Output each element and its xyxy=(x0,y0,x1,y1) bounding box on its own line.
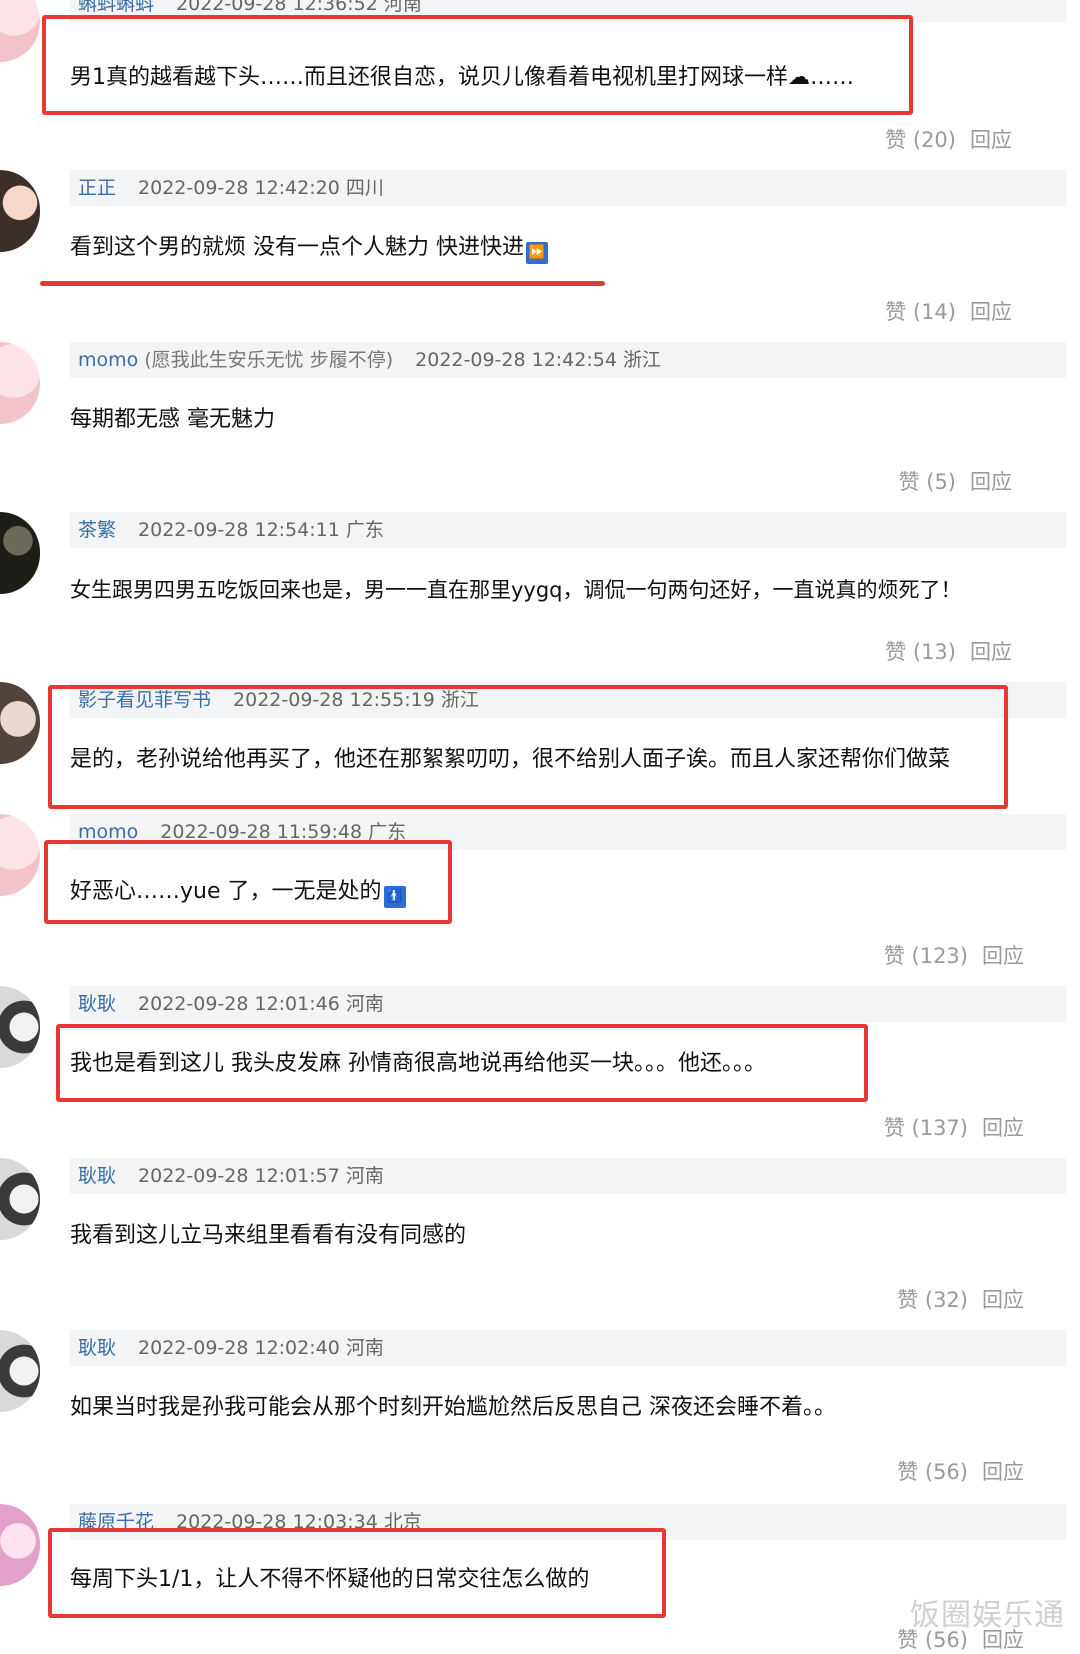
avatar[interactable] xyxy=(0,512,40,594)
reply-button[interactable]: 回应 xyxy=(982,1116,1024,1140)
username[interactable]: 藤原千花 xyxy=(78,1511,154,1533)
like-button[interactable]: 赞 (56) xyxy=(897,1460,968,1484)
like-button[interactable]: 赞 (123) xyxy=(884,944,968,968)
cloud-emoji-icon: ☁ xyxy=(788,65,810,90)
comment-meta: 耿耿 2022-09-28 12:01:57 河南 xyxy=(70,1158,1066,1194)
comment-actions: 赞 (20) 回应 xyxy=(885,124,1012,154)
region: 河南 xyxy=(345,993,384,1015)
region: 浙江 xyxy=(440,689,479,711)
like-button[interactable]: 赞 (5) xyxy=(899,470,956,494)
user-motto: (愿我此生安乐无忧 步履不停) xyxy=(144,349,394,371)
timestamp: 2022-09-28 12:36:52 xyxy=(176,0,378,15)
region: 北京 xyxy=(383,1511,422,1533)
username[interactable]: 影子看见菲写书 xyxy=(78,689,211,711)
timestamp: 2022-09-28 12:55:19 xyxy=(233,689,435,711)
comment-meta: 茶繁 2022-09-28 12:54:11 广东 xyxy=(70,512,1066,548)
avatar[interactable] xyxy=(0,1158,40,1240)
comment-text: 好恶心……yue 了，一无是处的 🚹 xyxy=(70,876,406,908)
comment-meta: 耿耿 2022-09-28 12:02:40 河南 xyxy=(70,1330,1066,1366)
comment-text: 是的，老孙说给他再买了，他还在那絮絮叨叨，很不给别人面子诶。而且人家还帮你们做菜 xyxy=(70,747,951,772)
avatar[interactable] xyxy=(0,986,40,1068)
username[interactable]: 耿耿 xyxy=(78,1337,116,1359)
male-sign-icon: 🚹 xyxy=(383,886,406,908)
timestamp: 2022-09-28 12:01:46 xyxy=(138,993,340,1015)
comment-meta: 蝌蚪蝌蚪 2022-09-28 12:36:52 河南 xyxy=(70,0,1066,22)
comment-text: 如果当时我是孙我可能会从那个时刻开始尴尬然后反思自己 深夜还会睡不着。。 xyxy=(70,1395,836,1420)
reply-button[interactable]: 回应 xyxy=(970,300,1012,324)
comment-actions: 赞 (13) 回应 xyxy=(885,636,1012,666)
avatar[interactable] xyxy=(0,682,40,764)
avatar[interactable] xyxy=(0,1504,40,1586)
timestamp: 2022-09-28 12:03:34 xyxy=(176,1511,378,1533)
region: 广东 xyxy=(368,821,407,843)
timestamp: 2022-09-28 12:42:54 xyxy=(415,349,617,371)
username[interactable]: 蝌蚪蝌蚪 xyxy=(78,0,154,15)
reply-button[interactable]: 回应 xyxy=(982,1288,1024,1312)
username[interactable]: 耿耿 xyxy=(78,1165,116,1187)
region: 河南 xyxy=(345,1337,384,1359)
comment-text: 我看到这儿立马来组里看看有没有同感的 xyxy=(70,1223,467,1248)
fast-forward-icon: ⏩ xyxy=(526,242,548,264)
username[interactable]: 茶繁 xyxy=(78,519,116,541)
comment-text: 看到这个男的就烦 没有一点个人魅力 快进快进 ⏩ xyxy=(70,232,548,264)
avatar[interactable] xyxy=(0,342,40,424)
comment-text: 男1真的越看越下头……而且还很自恋，说贝儿像看着电视机里打网球一样☁…… xyxy=(70,65,854,90)
region: 河南 xyxy=(345,1165,384,1187)
comment-actions: 赞 (14) 回应 xyxy=(885,296,1012,326)
comment-meta: 正正 2022-09-28 12:42:20 四川 xyxy=(70,170,1066,206)
comment-meta: 耿耿 2022-09-28 12:01:46 河南 xyxy=(70,986,1066,1022)
timestamp: 2022-09-28 12:42:20 xyxy=(138,177,340,199)
like-button[interactable]: 赞 (20) xyxy=(885,128,956,152)
comment-meta: 影子看见菲写书 2022-09-28 12:55:19 浙江 xyxy=(70,682,1066,718)
avatar[interactable] xyxy=(0,814,40,896)
like-button[interactable]: 赞 (13) xyxy=(885,640,956,664)
timestamp: 2022-09-28 11:59:48 xyxy=(160,821,363,843)
reply-button[interactable]: 回应 xyxy=(982,1460,1024,1484)
reply-button[interactable]: 回应 xyxy=(970,640,1012,664)
username[interactable]: momo xyxy=(78,349,138,371)
comment-meta: momo (愿我此生安乐无忧 步履不停) 2022-09-28 12:42:54 浙江 xyxy=(70,342,1066,378)
comment-text: 每期都无感 毫无魅力 xyxy=(70,407,275,432)
comment-actions: 赞 (137) 回应 xyxy=(884,1112,1024,1142)
region: 广东 xyxy=(345,519,384,541)
comment-actions: 赞 (123) 回应 xyxy=(884,940,1024,970)
comment-text: 每周下头1/1，让人不得不怀疑他的日常交往怎么做的 xyxy=(70,1567,590,1592)
reply-button[interactable]: 回应 xyxy=(982,944,1024,968)
timestamp: 2022-09-28 12:01:57 xyxy=(138,1165,340,1187)
comment-actions: 赞 (5) 回应 xyxy=(899,466,1012,496)
region: 四川 xyxy=(345,177,384,199)
username[interactable]: 耿耿 xyxy=(78,993,116,1015)
comment-meta: 藤原千花 2022-09-28 12:03:34 北京 xyxy=(70,1504,1066,1540)
username[interactable]: momo xyxy=(78,821,138,843)
timestamp: 2022-09-28 12:02:40 xyxy=(138,1337,340,1359)
like-button[interactable]: 赞 (32) xyxy=(897,1288,968,1312)
region: 浙江 xyxy=(622,349,661,371)
timestamp: 2022-09-28 12:54:11 xyxy=(138,519,340,541)
reply-button[interactable]: 回应 xyxy=(970,470,1012,494)
comment-actions: 赞 (56) 回应 xyxy=(897,1456,1024,1486)
avatar[interactable] xyxy=(0,0,40,62)
comment-text: 女生跟男四男五吃饭回来也是，男一一直在那里yygq，调侃一句两句还好，一直说真的… xyxy=(70,578,962,602)
comment-actions: 赞 (32) 回应 xyxy=(897,1284,1024,1314)
avatar[interactable] xyxy=(0,170,40,252)
like-button[interactable]: 赞 (14) xyxy=(885,300,956,324)
watermark: 饭圈娱乐通 xyxy=(910,1598,1065,1633)
comment-text: 我也是看到这儿 我头皮发麻 孙情商很高地说再给他买一块。。。他还。。。 xyxy=(70,1051,766,1076)
comment-meta: momo 2022-09-28 11:59:48 广东 xyxy=(70,814,1066,850)
reply-button[interactable]: 回应 xyxy=(970,128,1012,152)
username[interactable]: 正正 xyxy=(78,177,116,199)
like-button[interactable]: 赞 (137) xyxy=(884,1116,968,1140)
avatar[interactable] xyxy=(0,1330,40,1412)
highlight-underline xyxy=(40,281,605,286)
region: 河南 xyxy=(383,0,422,15)
